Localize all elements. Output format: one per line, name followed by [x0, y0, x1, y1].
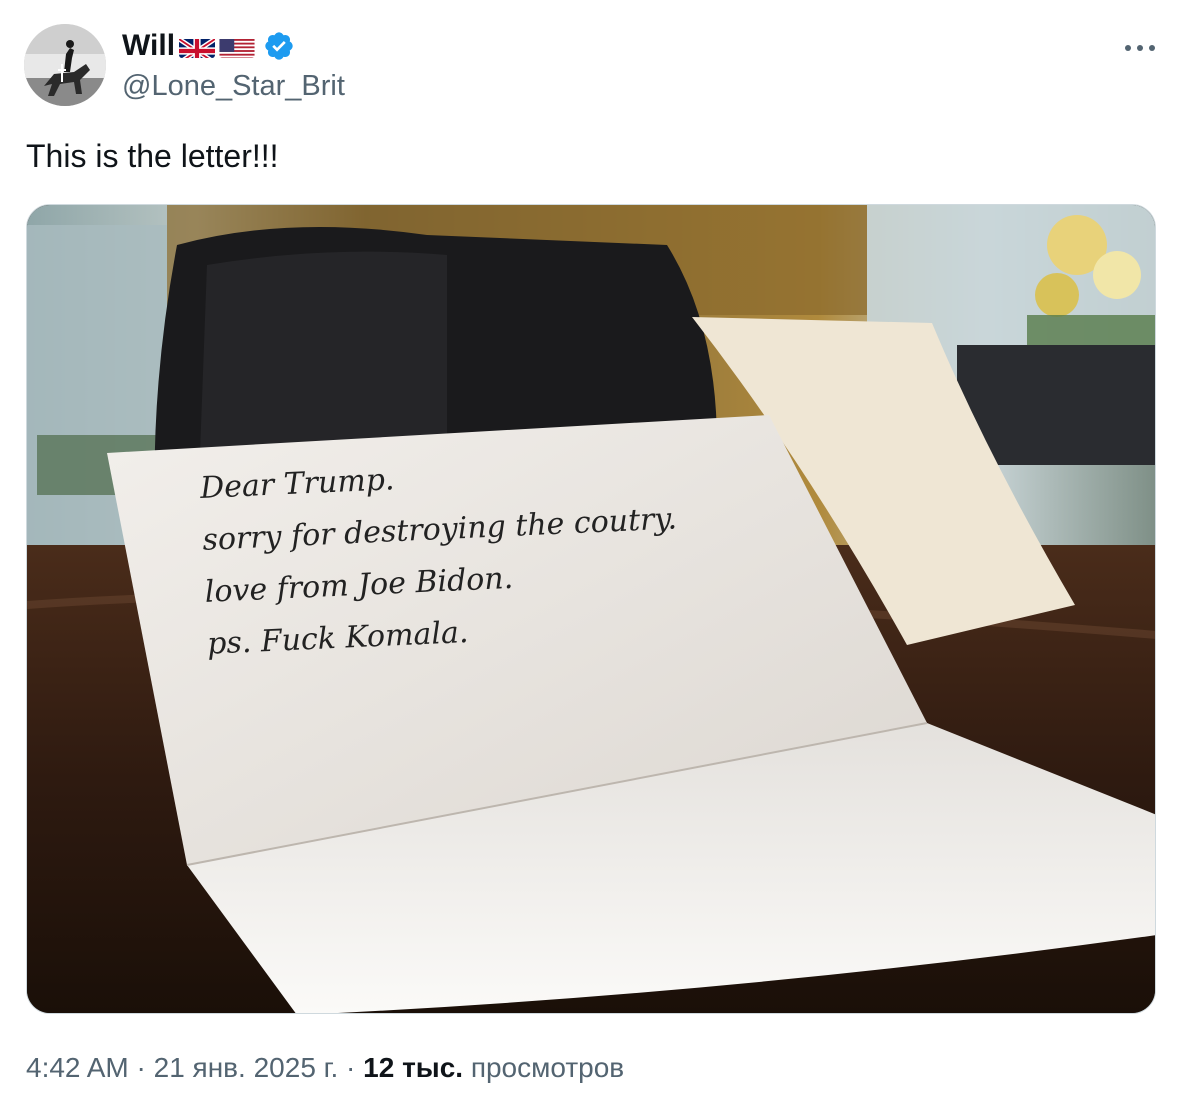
display-name-row[interactable]: Will — [122, 26, 295, 66]
uk-flag-icon — [179, 34, 216, 58]
tweet-header: Will @Lone_Star_Brit — [24, 24, 1160, 108]
tweet-meta: 4:42 AM · 21 янв. 2025 г. · 12 тыс. прос… — [26, 1050, 624, 1086]
display-name[interactable]: Will — [122, 26, 175, 66]
tweet-text: This is the letter!!! — [26, 138, 279, 174]
tweet-time[interactable]: 4:42 AM — [26, 1050, 129, 1086]
meta-separator: · — [338, 1052, 364, 1083]
tweet-photo[interactable]: Dear Trump. sorry for destroying the cou… — [26, 204, 1156, 1014]
us-flag-icon — [219, 34, 255, 58]
handle[interactable]: @Lone_Star_Brit — [122, 68, 345, 104]
verified-badge-icon[interactable] — [263, 30, 295, 62]
meta-separator: · — [128, 1052, 154, 1083]
avatar[interactable] — [24, 24, 106, 106]
views-count: 12 тыс. — [363, 1052, 464, 1083]
more-dots-icon — [1125, 45, 1155, 51]
more-options-button[interactable] — [1120, 28, 1160, 68]
tweet-date[interactable]: 21 янв. 2025 г. — [154, 1050, 339, 1086]
letter-handwriting: Dear Trump. sorry for destroying the cou… — [199, 441, 683, 670]
views-label: просмотров — [463, 1052, 625, 1083]
